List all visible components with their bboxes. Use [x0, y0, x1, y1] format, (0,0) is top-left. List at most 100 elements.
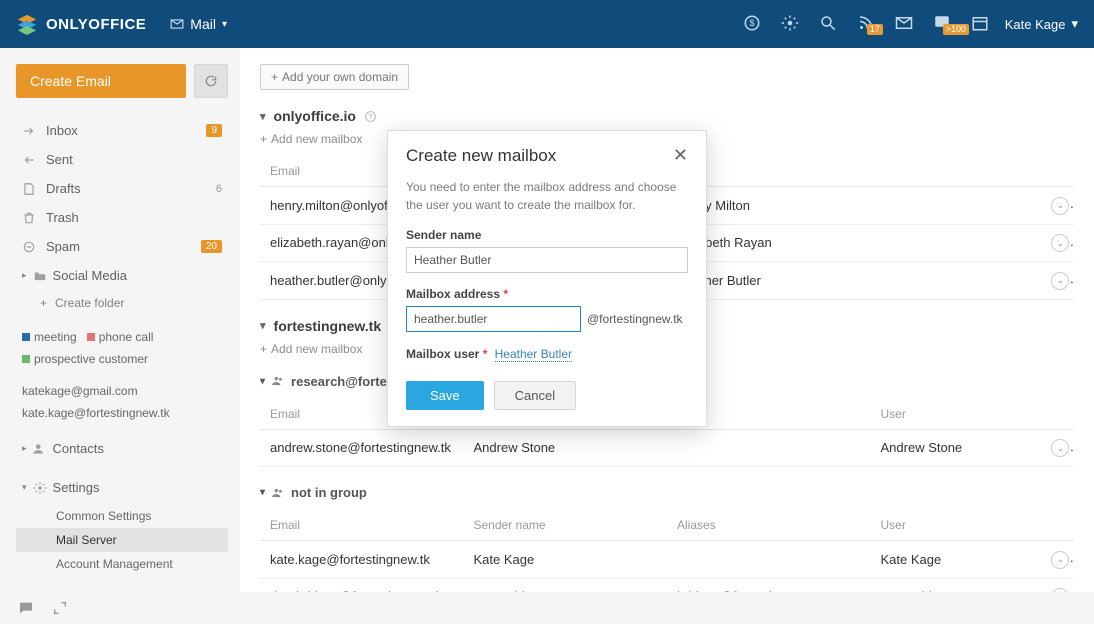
tag-prospective-customer[interactable]: prospective customer [22, 352, 148, 366]
chat-statusbar-icon[interactable] [18, 600, 34, 616]
settings-account-mgmt[interactable]: Account Management [16, 552, 228, 576]
caret-right-icon: ▸ [22, 270, 27, 281]
create-email-button[interactable]: Create Email [16, 64, 186, 98]
caret-down-icon: ▾ [260, 110, 266, 123]
caret-down-icon: ▾ [260, 487, 265, 498]
caret-down-icon: ▾ [22, 482, 27, 493]
modal-description: You need to enter the mailbox address an… [406, 178, 688, 214]
caret-right-icon: ▸ [22, 443, 27, 454]
topbar: ONLYOFFICE Mail ▾ $ 17 >100 Kate Kage ▾ [0, 0, 1094, 48]
nav-trash[interactable]: Trash [16, 203, 228, 232]
mailbox-user-label: Mailbox user * [406, 347, 487, 361]
account-2[interactable]: kate.kage@fortestingnew.tk [16, 402, 228, 424]
caret-down-icon: ▾ [222, 19, 227, 30]
table-row[interactable]: dart.bridges@fortestingnew.tkDart Bridge… [260, 578, 1074, 592]
mailbox-table-group2: Email Sender name Aliases User kate.kage… [260, 510, 1074, 592]
plus-icon: + [260, 132, 267, 146]
plus-icon: + [40, 296, 47, 310]
contacts-icon [33, 442, 47, 456]
expand-icon[interactable] [52, 600, 68, 616]
mailbox-address-suffix: @fortestingnew.tk [587, 312, 683, 326]
svg-text:$: $ [749, 18, 754, 28]
close-icon[interactable]: ✕ [673, 145, 688, 166]
refresh-button[interactable] [194, 64, 228, 98]
svg-text:?: ? [368, 113, 372, 120]
top-icons: $ 17 >100 [743, 14, 989, 35]
create-folder[interactable]: + Create folder [16, 290, 228, 316]
folder-icon [33, 269, 47, 283]
sender-name-input[interactable] [406, 247, 688, 273]
mailbox-user-picker[interactable]: Heather Butler [495, 347, 572, 362]
table-row[interactable]: kate.kage@fortestingnew.tkKate KageKate … [260, 541, 1074, 579]
row-menu-icon[interactable]: ⌄ [1051, 234, 1069, 252]
refresh-icon [204, 74, 218, 88]
user-name: Kate Kage [1005, 17, 1066, 32]
chat-badge: >100 [943, 24, 969, 35]
nav-sent[interactable]: Sent [16, 145, 228, 174]
add-domain-button[interactable]: + Add your own domain [260, 64, 409, 90]
arrow-right-icon [22, 124, 36, 138]
sidebar: Create Email Inbox 9 Sent Drafts 6 Trash… [0, 48, 240, 592]
account-1[interactable]: katekage@gmail.com [16, 380, 228, 402]
caret-down-icon: ▾ [260, 376, 265, 387]
spam-badge: 20 [201, 240, 222, 253]
gear-icon [33, 481, 47, 495]
mail-icon [170, 17, 184, 31]
user-menu[interactable]: Kate Kage ▾ [1005, 16, 1078, 32]
settings-icon[interactable] [781, 14, 799, 35]
settings-common[interactable]: Common Settings [16, 504, 228, 528]
nav-drafts[interactable]: Drafts 6 [16, 174, 228, 203]
group-icon [271, 486, 285, 500]
table-row[interactable]: andrew.stone@fortestingnew.tkAndrew Ston… [260, 429, 1074, 467]
row-menu-icon[interactable]: ⌄ [1051, 272, 1069, 290]
row-menu-icon[interactable]: ⌄ [1051, 551, 1069, 569]
tag-phone-call[interactable]: phone call [87, 330, 154, 344]
module-switcher[interactable]: Mail ▾ [170, 16, 227, 32]
calendar-icon[interactable] [971, 14, 989, 35]
col-email: Email [260, 510, 464, 541]
pricing-icon[interactable]: $ [743, 14, 761, 35]
col-user: User [871, 399, 1042, 430]
statusbar [0, 592, 1094, 624]
spam-icon [22, 240, 36, 254]
mailbox-address-label: Mailbox address * [406, 287, 688, 301]
settings-mail-server[interactable]: Mail Server [16, 528, 228, 552]
nav-settings[interactable]: ▾ Settings [16, 473, 228, 502]
caret-down-icon: ▾ [260, 319, 266, 332]
module-name: Mail [190, 16, 216, 32]
tag-color-icon [22, 355, 30, 363]
nav-inbox[interactable]: Inbox 9 [16, 116, 228, 145]
group-icon [271, 374, 285, 388]
row-menu-icon[interactable]: ⌄ [1051, 439, 1069, 457]
inbox-badge: 9 [206, 124, 222, 137]
save-button[interactable]: Save [406, 381, 484, 410]
drafts-count: 6 [216, 183, 222, 195]
tags: meeting phone call [16, 326, 228, 348]
search-icon[interactable] [819, 14, 837, 35]
nav-spam[interactable]: Spam 20 [16, 232, 228, 261]
onlyoffice-icon [16, 13, 38, 35]
plus-icon: + [260, 342, 267, 356]
plus-icon: + [271, 70, 278, 84]
brand-logo[interactable]: ONLYOFFICE [16, 13, 146, 35]
domain-onlyoffice[interactable]: ▾ onlyoffice.io ? [260, 108, 1074, 124]
col-aliases: Aliases [667, 510, 870, 541]
cancel-button[interactable]: Cancel [494, 381, 576, 410]
row-menu-icon[interactable]: ⌄ [1051, 588, 1069, 592]
mailbox-address-input[interactable] [406, 306, 581, 332]
help-icon[interactable]: ? [364, 110, 377, 123]
sender-name-label: Sender name [406, 228, 688, 242]
row-menu-icon[interactable]: ⌄ [1051, 197, 1069, 215]
tag-color-icon [22, 333, 30, 341]
nav-contacts[interactable]: ▸ Contacts [16, 434, 228, 463]
group-notingroup[interactable]: ▾ not in group [260, 485, 1074, 500]
brand-text: ONLYOFFICE [46, 16, 146, 33]
feed-icon[interactable]: 17 [857, 14, 875, 35]
caret-down-icon: ▾ [1071, 16, 1078, 32]
mail-top-icon[interactable] [895, 14, 913, 35]
nav-social-media[interactable]: ▸ Social Media [16, 261, 228, 290]
create-mailbox-modal: Create new mailbox ✕ You need to enter t… [387, 130, 707, 427]
tag-meeting[interactable]: meeting [22, 330, 77, 344]
chat-icon[interactable]: >100 [933, 14, 951, 35]
col-user: User [870, 510, 1041, 541]
